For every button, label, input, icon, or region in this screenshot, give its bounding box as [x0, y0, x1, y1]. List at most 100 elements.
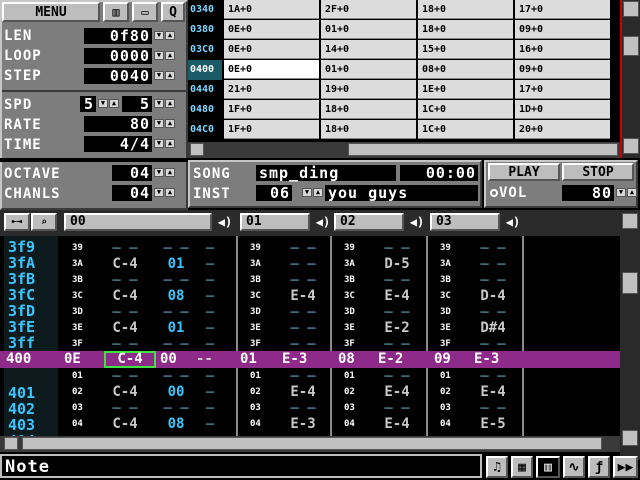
order-entry[interactable]: 3ff: [8, 335, 35, 351]
chanls-value[interactable]: 04: [112, 185, 152, 201]
effect-cell[interactable]: —: [198, 304, 222, 320]
note-cell[interactable]: — —: [102, 240, 148, 256]
note-cell[interactable]: — —: [374, 336, 420, 352]
instrument-cell[interactable]: 01: [158, 256, 194, 272]
len-value[interactable]: 0f80: [84, 28, 152, 44]
note-mode-button[interactable]: ♫: [486, 456, 508, 478]
scroll-left-icon[interactable]: [4, 437, 18, 450]
wave-mode-button[interactable]: ∿: [563, 456, 585, 478]
monitor-button[interactable]: ▭: [132, 2, 158, 22]
pattern-cell[interactable]: 1F+0: [224, 100, 319, 119]
pattern-list-row[interactable]: 0380 0E+0 01+0 18+0 09+0: [188, 20, 610, 40]
pattern-list-row[interactable]: 0340 1A+0 2F+0 18+0 17+0: [188, 0, 610, 20]
pattern-cell[interactable]: 17+0: [515, 80, 610, 99]
play-button[interactable]: PLAY: [488, 163, 560, 181]
stop-button[interactable]: STOP: [562, 163, 634, 181]
effect-cell[interactable]: —: [198, 336, 222, 352]
pattern-list-row[interactable]: 04C0 1F+0 18+0 1C+0 20+0: [188, 120, 610, 140]
note-cell[interactable]: — —: [374, 400, 420, 416]
order-entry[interactable]: 3fB: [8, 271, 35, 287]
increment-icon[interactable]: ▲: [627, 188, 637, 197]
note-cell[interactable]: D-5: [374, 256, 420, 272]
effect-cell[interactable]: —: [198, 256, 222, 272]
note-cell[interactable]: C-4: [102, 320, 148, 336]
vol-value[interactable]: 80: [562, 185, 614, 201]
waveform-view-button[interactable]: ▥: [103, 2, 129, 22]
note-cell[interactable]: E-4: [280, 288, 326, 304]
increment-icon[interactable]: ▲: [165, 51, 175, 60]
note-cell[interactable]: — —: [470, 400, 516, 416]
decrement-icon[interactable]: ▼: [154, 188, 164, 197]
pattern-cell[interactable]: 08+0: [418, 60, 513, 79]
decrement-icon[interactable]: ▼: [154, 99, 164, 108]
pattern-list-row[interactable]: 0440 21+0 19+0 1E+0 17+0: [188, 80, 610, 100]
cursor-cell[interactable]: C-4: [104, 351, 156, 368]
speaker-icon[interactable]: ◀): [502, 213, 524, 231]
pattern-cell[interactable]: 1C+0: [418, 120, 513, 139]
loop-spinner[interactable]: ▼ ▲: [154, 51, 175, 60]
decrement-icon[interactable]: ▼: [154, 119, 164, 128]
note-cell[interactable]: — —: [102, 368, 148, 384]
speaker-icon[interactable]: ◀): [214, 213, 236, 231]
note-cell[interactable]: — —: [102, 400, 148, 416]
note-cell[interactable]: E-4: [470, 384, 516, 400]
pattern-cell[interactable]: 01+0: [321, 60, 416, 79]
pattern-cell[interactable]: 1D+0: [515, 100, 610, 119]
effect-cell[interactable]: —: [198, 240, 222, 256]
note-cell[interactable]: D#4: [470, 320, 516, 336]
pattern-list-scrollbar[interactable]: [620, 0, 640, 158]
pattern-cell[interactable]: 18+0: [418, 20, 513, 39]
note-cell[interactable]: — —: [102, 272, 148, 288]
effect-cell[interactable]: —: [198, 288, 222, 304]
increment-icon[interactable]: ▲: [165, 71, 175, 80]
note-cell[interactable]: E-3: [280, 416, 326, 432]
note-cell[interactable]: D-4: [470, 288, 516, 304]
pattern-cell[interactable]: 15+0: [418, 40, 513, 59]
decrement-icon[interactable]: ▼: [154, 51, 164, 60]
step-value[interactable]: 0040: [84, 68, 152, 84]
effect-cell[interactable]: —: [198, 400, 222, 416]
pattern-list-hscroll[interactable]: [188, 142, 620, 158]
pattern-cell[interactable]: 1C+0: [418, 100, 513, 119]
pattern-cell[interactable]: 18+0: [418, 0, 513, 19]
note-cell[interactable]: C-4: [102, 384, 148, 400]
order-entry[interactable]: 3fA: [8, 255, 35, 271]
note-cell[interactable]: C-4: [102, 416, 148, 432]
note-cell[interactable]: — —: [102, 304, 148, 320]
grid-mode-button[interactable]: ▦: [511, 456, 533, 478]
instrument-cell[interactable]: 01: [158, 320, 194, 336]
order-entry[interactable]: 3fE: [8, 319, 35, 335]
inst-number[interactable]: 06: [256, 185, 292, 201]
pattern-cell[interactable]: 1F+0: [224, 120, 319, 139]
pattern-cell[interactable]: 21+0: [224, 80, 319, 99]
pattern-list-row[interactable]: 03C0 0E+0 14+0 15+0 16+0: [188, 40, 610, 60]
pattern-list-row[interactable]: 0400 0E+0 01+0 08+0 09+0: [188, 60, 610, 80]
pattern-cell[interactable]: 1E+0: [418, 80, 513, 99]
pattern-mode-button[interactable]: ▥: [536, 456, 560, 478]
note-cell[interactable]: — —: [470, 336, 516, 352]
order-entry[interactable]: 3fD: [8, 303, 35, 319]
vol-spinner[interactable]: ▼ ▲: [616, 188, 637, 197]
octave-value[interactable]: 04: [112, 165, 152, 181]
spd-a-spinner[interactable]: ▼ ▲: [98, 99, 119, 108]
channel-header-3[interactable]: 03: [430, 213, 500, 231]
note-cell[interactable]: — —: [470, 240, 516, 256]
time-value[interactable]: 4/4: [84, 136, 152, 152]
tracker-scrollbar[interactable]: [620, 210, 640, 460]
note-cell[interactable]: E-4: [374, 416, 420, 432]
increment-icon[interactable]: ▲: [165, 119, 175, 128]
order-entry[interactable]: 401: [8, 385, 35, 401]
collapse-button[interactable]: ⇤⇥: [4, 213, 30, 231]
instrument-cell[interactable]: — —: [158, 304, 194, 320]
pattern-list-row[interactable]: 0480 1F+0 18+0 1C+0 1D+0: [188, 100, 610, 120]
pattern-cell[interactable]: 2F+0: [321, 0, 416, 19]
pattern-cell[interactable]: 0E+0: [224, 20, 319, 39]
instrument-cell[interactable]: 08: [158, 288, 194, 304]
note-cell[interactable]: C-4: [102, 256, 148, 272]
note-cell[interactable]: — —: [470, 272, 516, 288]
spd-b-spinner[interactable]: ▼ ▲: [154, 99, 175, 108]
inst-spinner[interactable]: ▼ ▲: [302, 188, 323, 197]
hscroll-thumb[interactable]: [22, 437, 602, 450]
order-column[interactable]: 3f93fA3fB3fC3fD3fE3ff401402403404: [4, 236, 58, 449]
note-cell[interactable]: — —: [280, 320, 326, 336]
